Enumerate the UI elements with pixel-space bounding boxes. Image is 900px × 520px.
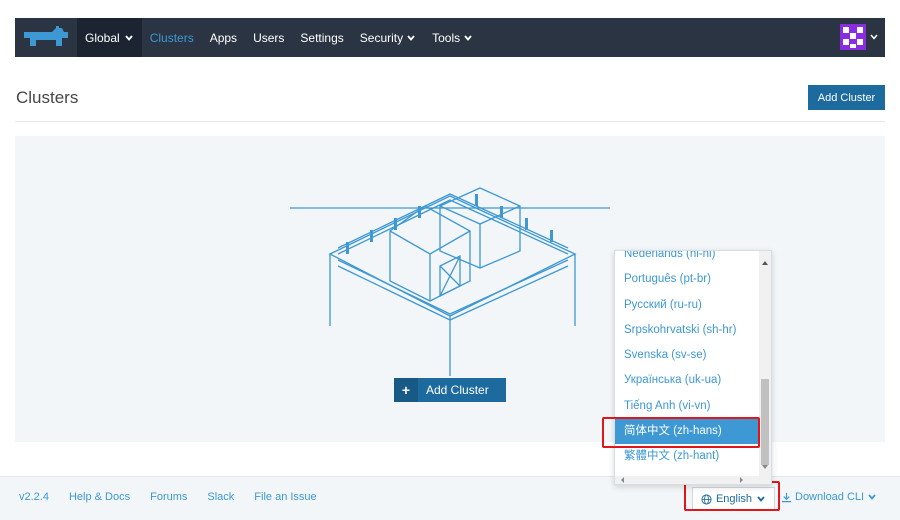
nav-item-label: Settings xyxy=(300,30,344,45)
farm-illustration xyxy=(290,187,610,376)
chevron-down-icon xyxy=(870,34,878,40)
scroll-right-icon[interactable] xyxy=(740,477,743,483)
language-selector-highlight xyxy=(684,481,780,511)
global-label: Global xyxy=(85,30,120,45)
add-cluster-empty-button[interactable]: + Add Cluster xyxy=(394,378,506,402)
chevron-down-icon xyxy=(125,34,133,41)
global-scope-menu[interactable]: Global xyxy=(77,18,142,57)
chevron-down-icon xyxy=(464,34,472,41)
chevron-down-icon xyxy=(407,34,415,41)
nav-item-settings[interactable]: Settings xyxy=(292,18,351,57)
rancher-logo-icon xyxy=(24,25,68,46)
nav-item-tools[interactable]: Tools xyxy=(424,18,481,57)
scroll-left-icon[interactable] xyxy=(621,477,624,483)
scroll-down-icon[interactable] xyxy=(762,465,768,469)
download-cli-label: Download CLI xyxy=(795,491,865,503)
nav-item-label: Tools xyxy=(432,30,461,45)
avatar xyxy=(840,24,866,50)
language-option[interactable]: 繁體中文 (zh-hant) xyxy=(615,444,761,469)
add-cluster-label: Add Cluster xyxy=(426,383,489,397)
nav-item-security[interactable]: Security xyxy=(352,18,424,57)
chevron-down-icon xyxy=(868,494,876,500)
footer-link-issue[interactable]: File an Issue xyxy=(254,491,316,503)
language-dropdown: Nederlands (nl-nl) Português (pt-br) Русск… xyxy=(614,250,772,485)
language-option[interactable]: Tiếng Anh (vi-vn) xyxy=(615,394,761,419)
footer-link-slack[interactable]: Slack xyxy=(207,491,234,503)
language-option[interactable]: Nederlands (nl-nl) xyxy=(615,251,761,267)
nav-item-label: Users xyxy=(253,30,285,45)
dropdown-scrollbar[interactable] xyxy=(759,251,771,484)
nav-item-users[interactable]: Users xyxy=(245,18,292,57)
language-option[interactable]: Українська (uk-ua) xyxy=(615,368,761,393)
add-cluster-button[interactable]: Add Cluster xyxy=(808,85,885,110)
nav-item-label: Clusters xyxy=(149,30,194,45)
page-title: Clusters xyxy=(16,88,79,107)
footer-link-forums[interactable]: Forums xyxy=(150,491,187,503)
rancher-logo[interactable] xyxy=(15,18,77,57)
plus-icon: + xyxy=(394,378,418,402)
version-link[interactable]: v2.2.4 xyxy=(19,491,49,503)
scroll-up-icon[interactable] xyxy=(762,261,768,265)
selected-language-highlight xyxy=(602,417,760,448)
scrollbar-thumb[interactable] xyxy=(761,379,769,465)
top-nav: Global Clusters Apps Users Settings Security… xyxy=(15,18,885,57)
language-option[interactable]: Svenska (sv-se) xyxy=(615,343,761,368)
user-menu[interactable] xyxy=(840,24,879,50)
language-option[interactable]: Русский (ru-ru) xyxy=(615,293,761,318)
nav-item-label: Apps xyxy=(209,30,238,45)
language-option[interactable]: Srpskohrvatski (sh-hr) xyxy=(615,318,761,343)
nav-item-clusters[interactable]: Clusters xyxy=(142,18,202,57)
footer-link-help[interactable]: Help & Docs xyxy=(69,491,130,503)
divider xyxy=(15,121,885,122)
nav-item-apps[interactable]: Apps xyxy=(202,18,245,57)
dropdown-horizontal-scrollbar[interactable] xyxy=(615,476,761,484)
nav-item-label: Security xyxy=(359,30,404,45)
language-option[interactable]: Português (pt-br) xyxy=(615,267,761,292)
download-cli-menu[interactable]: Download CLI xyxy=(781,491,877,503)
download-icon xyxy=(781,492,792,502)
